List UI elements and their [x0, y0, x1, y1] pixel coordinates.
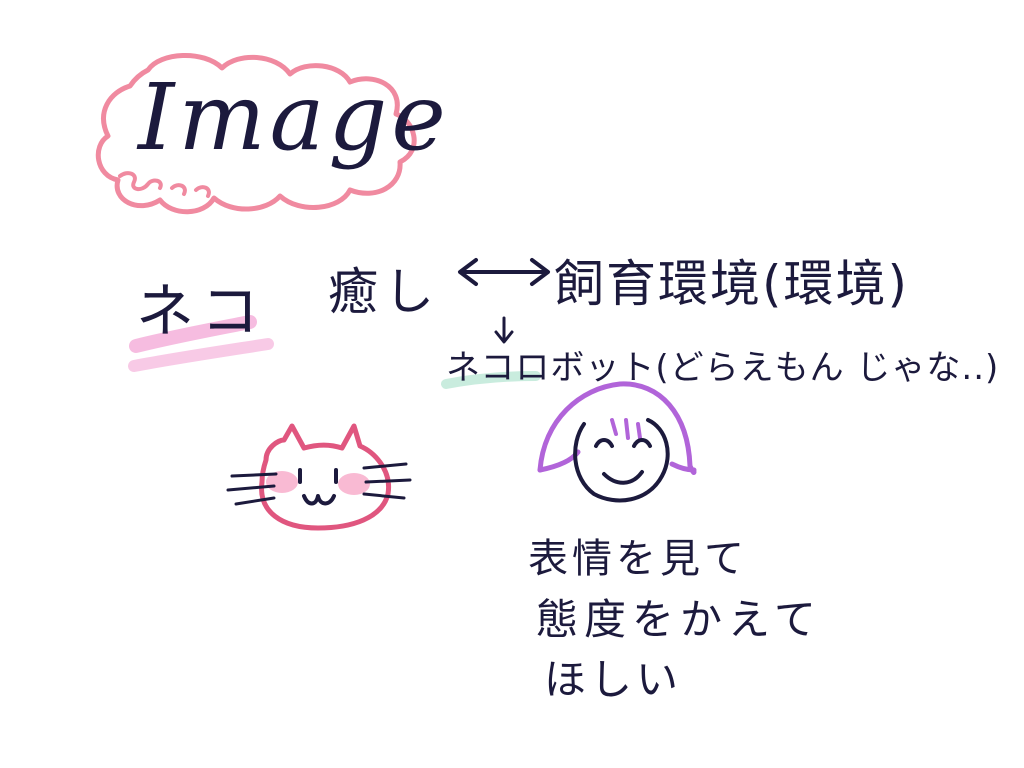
robot-note: ネコロボット(どらえもん じゃな..): [446, 348, 1000, 388]
person-face-icon: [537, 381, 697, 503]
relation-right-label: 飼育環境(環境): [554, 255, 910, 313]
page-title: Image: [138, 64, 450, 171]
down-arrow-icon: [494, 316, 514, 344]
relation-left-label: 癒し: [328, 263, 440, 321]
cat-face-icon: [226, 423, 412, 531]
double-arrow-icon: [458, 258, 550, 286]
face-note-line-3: ほしい: [544, 655, 683, 704]
keyword-label: ネコ: [136, 277, 267, 345]
face-note-line-1: 表情を見て: [528, 536, 748, 582]
face-note-line-2: 態度をかえて: [536, 595, 822, 644]
